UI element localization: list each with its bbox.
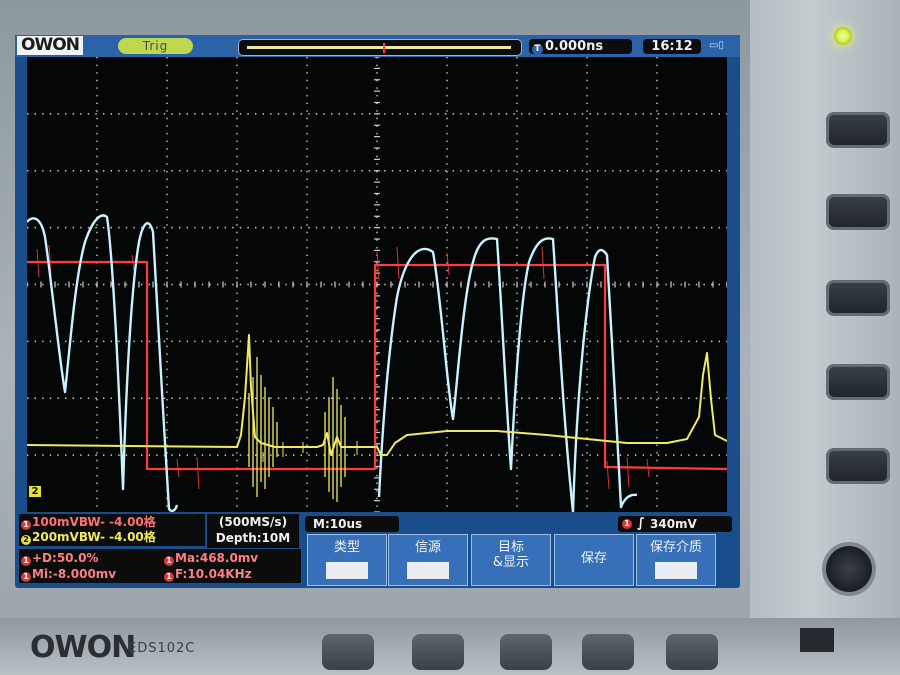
measure-src-badge: 1: [21, 556, 31, 566]
menu-key-f4[interactable]: [826, 364, 890, 400]
power-led-icon: [834, 27, 852, 45]
menu-key-f5[interactable]: [826, 448, 890, 484]
menu-type-value: [326, 562, 368, 579]
trigger-level-value: 340mV: [650, 517, 697, 531]
timebase-readout: M:10us: [305, 516, 399, 532]
memory-position-line: [247, 43, 511, 53]
measure-src-badge: 1: [21, 572, 31, 582]
ch2-info: 2 200mVBW- -4.00格: [21, 530, 156, 545]
math-trace: [27, 214, 638, 512]
trigger-level-readout: 1 ∫ 340mV: [618, 516, 732, 532]
menu-source-label: 信源: [414, 540, 441, 555]
menu-source-button[interactable]: 信源: [388, 534, 468, 586]
measure-src-badge: 1: [164, 572, 174, 582]
trigger-status-badge: Trig: [118, 38, 193, 54]
waveform-display: 2 ◂: [27, 57, 745, 512]
measurement-panel: 1 +D:50.0% 1 Ma:468.0mv 1 Mi:-8.000mv 1 F:10…: [19, 549, 301, 583]
measure-max: 1 Ma:468.0mv: [164, 551, 258, 566]
front-button-3[interactable]: [500, 634, 552, 670]
ch1-label: 100mVBW- -4.00格: [32, 515, 156, 529]
rising-edge-icon: ∫: [637, 516, 645, 531]
status-icons: ▭▯: [709, 40, 724, 51]
model-label: EDS102C: [128, 641, 196, 656]
trigger-source-badge: 1: [622, 519, 632, 529]
trigger-position-bar: [238, 39, 522, 56]
menu-type-button[interactable]: 类型: [307, 534, 387, 586]
menu-storage-media-button[interactable]: 保存介质: [636, 534, 716, 586]
brand-logo-bottom: OWON: [30, 630, 136, 665]
measure-duty-value: +D:50.0%: [32, 551, 99, 565]
delay-value: 0.000ns: [545, 39, 604, 54]
horizontal-delay-readout: T 0.000ns: [529, 39, 632, 55]
measure-src-badge: 1: [164, 556, 174, 566]
measure-min-value: Mi:-8.000mv: [32, 567, 117, 581]
status-top-bar: OWON Trig T 0.000ns 16:12 ▭▯: [15, 35, 740, 57]
ch2-level-marker: 2: [29, 486, 41, 497]
measure-duty: 1 +D:50.0%: [21, 551, 98, 566]
waveform-svg: [27, 57, 727, 512]
usb-port: [800, 628, 834, 652]
ch2-badge: 2: [21, 535, 31, 545]
front-button-4[interactable]: [582, 634, 634, 670]
measure-max-value: Ma:468.0mv: [175, 551, 259, 565]
channel-info-panel: 1 100mVBW- -4.00格 2 200mVBW- -4.00格: [19, 514, 205, 546]
menu-storage-media-label: 保存介质: [649, 540, 702, 555]
menu-source-value: [407, 562, 449, 579]
acquisition-panel: (500MS/s) Depth:10M: [207, 514, 299, 548]
front-button-5[interactable]: [666, 634, 718, 670]
measure-min: 1 Mi:-8.000mv: [21, 567, 116, 582]
front-button-2[interactable]: [412, 634, 464, 670]
trigger-level-marker-icon: ◂: [740, 339, 745, 349]
ch2-label: 200mVBW- -4.00格: [32, 530, 156, 544]
menu-key-f3[interactable]: [826, 280, 890, 316]
measure-freq-value: F:10.04KHz: [175, 567, 252, 581]
menu-target-display-button[interactable]: 目标 &显示: [471, 534, 551, 586]
menu-save-label: 保存: [580, 551, 607, 566]
brand-logo: OWON: [17, 36, 83, 55]
ch1-badge: 1: [21, 520, 31, 530]
memory-depth: Depth:10M: [215, 531, 291, 545]
ch2-burst-1: [248, 357, 278, 497]
measure-freq: 1 F:10.04KHz: [164, 567, 252, 582]
front-button-1[interactable]: [322, 634, 374, 670]
menu-target-display-label: 目标 &显示: [492, 540, 530, 570]
menu-key-f1[interactable]: [826, 112, 890, 148]
menu-save-button[interactable]: 保存: [554, 534, 634, 586]
menu-key-f2[interactable]: [826, 194, 890, 230]
trigger-delay-icon: T: [532, 44, 543, 55]
lcd-screen: OWON Trig T 0.000ns 16:12 ▭▯ 2 ◂ 1 100mV…: [15, 35, 745, 588]
trigger-position-marker: [383, 43, 385, 53]
side-control-panel: [750, 0, 900, 675]
sample-rate: (500MS/s): [218, 515, 288, 529]
clock-readout: 16:12: [643, 39, 701, 54]
ch1-info: 1 100mVBW- -4.00格: [21, 515, 156, 530]
menu-type-label: 类型: [333, 540, 360, 555]
adjust-knob[interactable]: [826, 546, 872, 592]
graticule-center-ticks: [27, 57, 727, 512]
menu-storage-media-value: [655, 562, 697, 579]
